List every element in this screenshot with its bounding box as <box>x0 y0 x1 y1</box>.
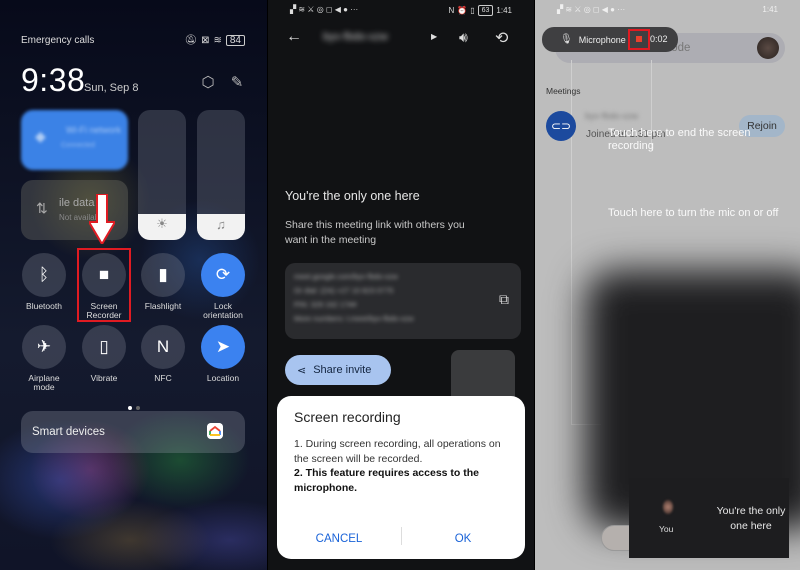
more-numbers: More numbers: t.meet/byv-fbdo-xzw <box>294 314 414 323</box>
status-bar: Emergency calls 🔕︎ ⊠ ≋ 84 <box>21 35 245 46</box>
meet-call-panel: ▞ ≋ ⚔ ◎ ◻ ◀ ● ··· N ⏰ ▯ 63 1:41 ← byv-fb… <box>268 0 534 570</box>
quick-tile-label: Vibrate <box>90 373 118 383</box>
quick-tile-airplane-mode[interactable]: ✈ Airplane mode <box>19 325 69 392</box>
rotation-lock-icon: ⟳ <box>201 253 245 297</box>
page-dot <box>135 406 140 410</box>
mic-off-icon[interactable]: 🎙︎ <box>560 34 573 45</box>
dialog-point-1: 1. During screen recording, all operatio… <box>294 438 501 465</box>
emergency-calls-text: Emergency calls <box>21 35 95 46</box>
quick-tile-lock-orientation[interactable]: ⟳ Lock orientation <box>198 253 248 320</box>
wifi-icon: ◆ <box>35 128 46 144</box>
screen-recorder-pill[interactable]: 🎙︎ Microphone 0:02 <box>542 27 678 52</box>
only-one-here-message: You're the only one here <box>716 505 786 532</box>
status-time: 1:41 <box>762 5 778 14</box>
quick-tile-vibrate[interactable]: ▯ Vibrate <box>79 325 129 383</box>
self-view-tile[interactable]: You You're the only one here <box>629 478 789 558</box>
flashlight-icon: ▮ <box>141 253 185 297</box>
stop-recording-button[interactable] <box>628 29 650 50</box>
quick-tile-nfc[interactable]: N NFC <box>138 325 188 383</box>
airplane-icon: ✈ <box>22 325 66 369</box>
link-icon: ⊂⊃ <box>546 111 576 141</box>
dial-in-number: Or dial: (ZA) +27 10 823 0775 <box>294 286 394 295</box>
empty-state-description: Share this meeting link with others you … <box>285 219 465 246</box>
alarm-icon: ⏰ <box>457 6 468 15</box>
screen-recording-dialog: Screen recording 1. During screen record… <box>277 396 525 559</box>
status-bar: ▞ ≋ ⚔ ◎ ◻ ◀ ● ··· N ⏰ ▯ 63 1:41 <box>290 5 512 16</box>
ok-button[interactable]: OK <box>401 533 525 545</box>
notification-icons: ▞ ≋ ⚔ ◎ ◻ ◀ ● ··· <box>557 5 626 14</box>
you-label: You <box>659 524 674 534</box>
battery-icon: 84 <box>225 35 245 46</box>
chevron-right-icon[interactable]: ▶ <box>431 32 437 41</box>
meeting-code[interactable]: byv-fbdo-xzw <box>323 31 428 45</box>
brightness-slider[interactable]: ☀ <box>138 110 186 240</box>
notification-icons: ▞ ≋ ⚔ ◎ ◻ ◀ ● ··· <box>290 5 359 14</box>
screen-recorder-highlight <box>77 248 131 322</box>
vibrate-icon: ▯ <box>82 325 126 369</box>
battery-icon: 63 <box>477 5 494 16</box>
vibrate-icon: ▯ <box>470 6 475 15</box>
meeting-pin: PIN: 329 162 17## <box>294 300 357 309</box>
switch-camera-icon[interactable]: ⟲ <box>495 28 508 48</box>
share-icon: ⋖ <box>297 364 307 377</box>
quick-tile-bluetooth[interactable]: ᛒ Bluetooth <box>19 253 69 311</box>
microphone-label: Microphone <box>578 34 626 45</box>
wifi-tile[interactable]: ◆ Wi-Fi network Connected <box>21 110 128 170</box>
dialog-title: Screen recording <box>294 409 401 425</box>
control-center-panel: Emergency calls 🔕︎ ⊠ ≋ 84 9:38 Sun, Sep … <box>0 0 267 570</box>
nfc-icon: N <box>141 325 185 369</box>
end-recording-hint: Touch here to end the screen recording <box>608 127 751 152</box>
volume-slider[interactable]: ♫ <box>197 110 245 240</box>
quick-tile-label: Flashlight <box>144 301 182 311</box>
mic-toggle-hint: Touch here to turn the mic on or off <box>608 207 779 219</box>
dialog-point-2: 2. This feature requires access to the m… <box>294 467 479 494</box>
self-avatar <box>663 500 673 514</box>
status-bar: ▞ ≋ ⚔ ◎ ◻ ◀ ● ··· 1:41 <box>557 5 778 14</box>
quick-tile-flashlight[interactable]: ▮ Flashlight <box>138 253 188 311</box>
quick-tile-location[interactable]: ➤ Location <box>198 325 248 383</box>
smart-devices-card[interactable]: Smart devices <box>21 411 245 453</box>
meeting-link: meet.google.com/byv-fbdo-xzw <box>294 272 398 281</box>
settings-icon[interactable]: ⬡ <box>199 74 217 92</box>
speaker-icon[interactable]: 🔊︎ <box>459 29 468 46</box>
data-arrows-icon: ⇅ <box>36 200 48 216</box>
google-home-icon <box>207 423 223 439</box>
recording-overlay-panel: ▞ ≋ ⚔ ◎ ◻ ◀ ● ··· 1:41 ☰ Search or enter… <box>535 0 800 570</box>
music-note-icon: ♫ <box>216 217 226 232</box>
quick-tile-label: Lock orientation <box>203 301 243 320</box>
share-invite-label: Share invite <box>313 364 372 376</box>
recording-elapsed: 0:02 <box>650 34 668 44</box>
page-dot-active <box>127 406 132 410</box>
meeting-info-card: meet.google.com/byv-fbdo-xzw Or dial: (Z… <box>285 263 521 339</box>
copy-icon[interactable]: ⧉ <box>499 291 509 308</box>
wifi-status: Connected <box>61 142 95 149</box>
smart-devices-label: Smart devices <box>32 426 105 438</box>
meetings-section-label: Meetings <box>546 86 581 96</box>
dialog-body: 1. During screen recording, all operatio… <box>294 437 514 495</box>
back-arrow-icon[interactable]: ← <box>286 28 302 46</box>
quick-tile-label: NFC <box>154 373 172 383</box>
location-arrow-icon: ➤ <box>201 325 245 369</box>
meeting-name: byv-fbdo-xzw <box>585 111 639 121</box>
empty-state-title: You're the only one here <box>285 189 420 203</box>
quick-tile-label: Airplane mode <box>28 373 60 392</box>
wifi-icon: ≋ <box>213 35 222 46</box>
down-arrow-annotation <box>89 194 115 244</box>
cancel-button[interactable]: CANCEL <box>277 533 401 545</box>
sun-icon: ☀ <box>156 216 168 231</box>
bluetooth-icon: ᛒ <box>22 253 66 297</box>
status-time: 1:41 <box>496 6 512 15</box>
wifi-network-name: Wi-Fi network <box>66 125 122 135</box>
nfc-icon: N <box>448 6 455 15</box>
quick-tile-label: Location <box>206 373 240 383</box>
sim-icon: ⊠ <box>201 35 210 46</box>
clock-date: Sun, Sep 8 <box>84 82 139 94</box>
clock-time: 9:38 <box>21 62 86 98</box>
edit-icon[interactable]: ✎ <box>228 74 246 92</box>
call-header: ← byv-fbdo-xzw ▶ 🔊︎ ⟲ <box>268 28 534 52</box>
avatar[interactable] <box>757 37 779 59</box>
silent-icon: 🔕︎ <box>184 35 198 46</box>
quick-tile-label: Bluetooth <box>26 301 62 311</box>
share-invite-button[interactable]: ⋖ Share invite <box>285 355 391 385</box>
